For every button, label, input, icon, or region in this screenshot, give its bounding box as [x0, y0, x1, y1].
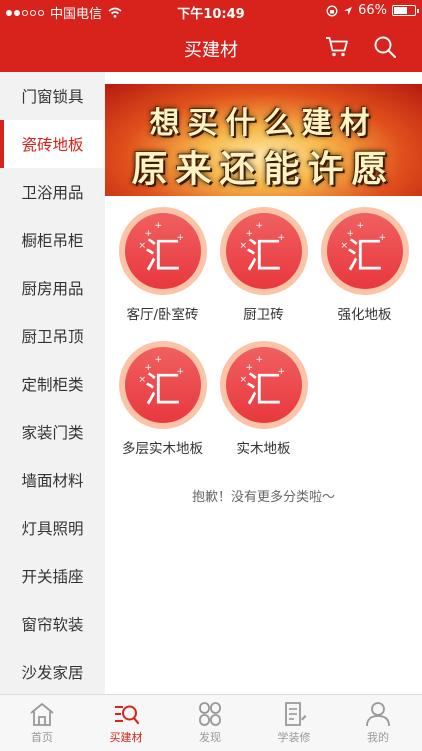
sidebar-item-label: 灯具照明	[21, 520, 84, 538]
subcategory-label: 厨卫砖	[243, 307, 284, 323]
tab-learn-decoration-label: 学装修	[277, 731, 311, 744]
page-title: 买建材	[184, 40, 238, 61]
sidebar-item-label: 墙面材料	[21, 472, 84, 490]
tab-discover[interactable]: 发现	[168, 695, 252, 751]
sidebar-item[interactable]: 厨卫吊顶	[0, 312, 105, 360]
tab-buy-materials[interactable]: 买建材	[84, 695, 168, 751]
tab-mine-label: 我的	[367, 731, 389, 744]
banner-line-1: 想买什么建材	[149, 106, 378, 141]
subcategory-item[interactable]: 汇 + + × + 实木地板	[211, 341, 316, 457]
subcategory-label: 多层实木地板	[122, 441, 203, 457]
status-bar: 中国电信 下午10:49 66%	[0, 0, 422, 22]
sidebar-item[interactable]: 开关插座	[0, 552, 105, 600]
sparkle-decoration: +	[277, 367, 286, 377]
category-sidebar: 门窗锁具瓷砖地板卫浴用品橱柜吊柜厨房用品厨卫吊顶定制柜类家装门类墙面材料灯具照明…	[0, 72, 105, 694]
sparkle-decoration: +	[176, 367, 185, 377]
subcategory-logo-icon: 汇 + + × +	[219, 207, 308, 295]
sidebar-item-label: 厨卫吊顶	[21, 328, 84, 346]
banner-line-2: 原来还能许愿	[131, 148, 396, 190]
cart-icon[interactable]	[325, 36, 349, 58]
tab-bar: 首页 买建材 发现 学装修 我的	[0, 694, 422, 751]
end-of-list-note: 抱歉！没有更多分类啦～	[191, 490, 335, 505]
logo-glyph: 汇	[346, 236, 383, 277]
search-icon[interactable]	[373, 35, 397, 59]
battery-percent: 66%	[358, 3, 387, 18]
sparkle-decoration: ×	[340, 241, 349, 251]
home-icon	[30, 703, 54, 726]
sidebar-item-label: 门窗锁具	[21, 88, 84, 106]
sparkle-decoration: +	[356, 221, 365, 231]
subcategory-item[interactable]: 汇 + + × + 客厅/卧室砖	[110, 207, 215, 323]
location-icon	[344, 6, 353, 15]
promo-banner[interactable]: 想买什么建材 原来还能许愿	[105, 84, 422, 196]
orientation-lock-icon	[326, 5, 338, 16]
subcategory-item[interactable]: 汇 + + × + 厨卫砖	[211, 207, 316, 323]
sparkle-decoration: +	[378, 233, 387, 243]
subcategory-label: 实木地板	[236, 441, 291, 457]
subcategory-label: 强化地板	[337, 307, 392, 323]
sidebar-item[interactable]: 窗帘软装	[0, 600, 105, 648]
sparkle-decoration: +	[144, 363, 153, 373]
sparkle-decoration: +	[154, 221, 163, 231]
nav-bar: 买建材	[0, 22, 422, 72]
list-search-icon	[115, 705, 140, 725]
subcategory-label: 客厅/卧室砖	[126, 307, 199, 323]
document-icon	[285, 702, 307, 726]
sparkle-decoration: +	[176, 233, 185, 243]
sidebar-item[interactable]: 灯具照明	[0, 504, 105, 552]
sidebar-item-label: 橱柜吊柜	[21, 232, 84, 250]
sidebar-item-label: 家装门类	[21, 424, 84, 442]
sidebar-item[interactable]: 定制柜类	[0, 360, 105, 408]
subcategory-logo-icon: 汇 + + × +	[118, 341, 207, 429]
subcategory-logo-icon: 汇 + + × +	[118, 207, 207, 295]
sparkle-decoration: +	[255, 355, 264, 365]
sparkle-decoration: ×	[239, 241, 248, 251]
tab-home[interactable]: 首页	[0, 695, 84, 751]
sidebar-item[interactable]: 家装门类	[0, 408, 105, 456]
tab-buy-materials-label: 买建材	[109, 731, 143, 744]
subcategory-logo-icon: 汇 + + × +	[320, 207, 409, 295]
tab-home-label: 首页	[31, 731, 53, 744]
tab-learn-decoration[interactable]: 学装修	[252, 695, 336, 751]
sparkle-decoration: ×	[138, 375, 147, 385]
sidebar-item-label: 定制柜类	[21, 376, 84, 394]
logo-glyph: 汇	[144, 370, 181, 411]
sparkle-decoration: ×	[239, 375, 248, 385]
sidebar-item[interactable]: 沙发家居	[0, 648, 105, 694]
sidebar-item[interactable]: 厨房用品	[0, 264, 105, 312]
sidebar-item[interactable]: 墙面材料	[0, 456, 105, 504]
subcategory-item[interactable]: 汇 + + × + 强化地板	[312, 207, 417, 323]
subcategory-item[interactable]: 汇 + + × + 多层实木地板	[110, 341, 215, 457]
sidebar-item-label: 厨房用品	[21, 280, 84, 298]
sidebar-item-label: 开关插座	[21, 568, 84, 586]
sidebar-item-label: 窗帘软装	[21, 616, 84, 634]
discover-icon	[199, 702, 221, 726]
sparkle-decoration: +	[255, 221, 264, 231]
logo-glyph: 汇	[245, 370, 282, 411]
sparkle-decoration: +	[277, 233, 286, 243]
tab-mine[interactable]: 我的	[336, 695, 420, 751]
category-content: 想买什么建材 原来还能许愿 汇 + + × + 客厅/卧室砖汇 + + × + 厨卫砖汇 + + × + 强化…	[105, 72, 422, 694]
sidebar-item-label: 沙发家居	[21, 664, 84, 682]
sidebar-item[interactable]: 卫浴用品	[0, 168, 105, 216]
sparkle-decoration: ×	[138, 241, 147, 251]
sparkle-decoration: +	[144, 229, 153, 239]
sidebar-item[interactable]: 橱柜吊柜	[0, 216, 105, 264]
sidebar-item-label: 瓷砖地板	[21, 136, 84, 154]
sparkle-decoration: +	[245, 363, 254, 373]
subcategory-logo-icon: 汇 + + × +	[219, 341, 308, 429]
sparkle-decoration: +	[154, 355, 163, 365]
logo-glyph: 汇	[144, 236, 181, 277]
sidebar-item-label: 卫浴用品	[21, 184, 84, 202]
sparkle-decoration: +	[346, 229, 355, 239]
logo-glyph: 汇	[245, 236, 282, 277]
sparkle-decoration: +	[245, 229, 254, 239]
status-right: 66%	[326, 3, 419, 18]
sidebar-item[interactable]: 门窗锁具	[0, 72, 105, 120]
sidebar-item[interactable]: 瓷砖地板	[0, 120, 105, 168]
person-icon	[366, 702, 390, 727]
battery-icon	[392, 5, 419, 16]
tab-discover-label: 发现	[199, 731, 221, 744]
